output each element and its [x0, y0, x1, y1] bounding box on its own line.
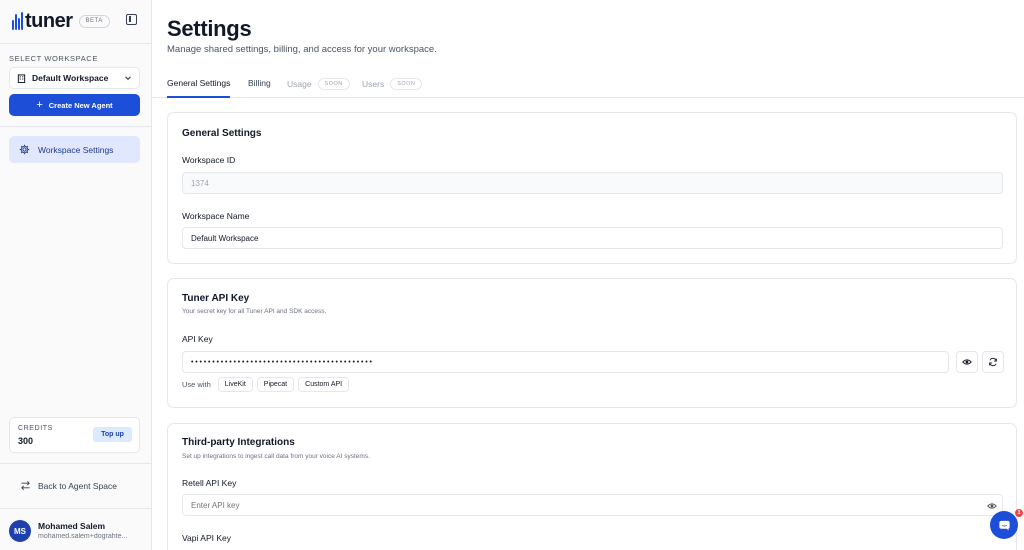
workspace-caption: SELECT WORKSPACE — [9, 54, 98, 63]
regenerate-key-button[interactable] — [982, 351, 1004, 373]
card-description: Your secret key for all Tuner API and SD… — [182, 308, 327, 315]
chat-icon — [998, 520, 1010, 531]
create-agent-label: Create New Agent — [48, 100, 113, 110]
vapi-api-key-label: Vapi API Key — [182, 533, 231, 543]
soon-badge: SOON — [317, 78, 350, 90]
eye-icon[interactable] — [987, 501, 997, 511]
divider — [0, 508, 152, 509]
tab-general-settings[interactable]: General Settings — [167, 78, 231, 98]
card-title: Tuner API Key — [182, 293, 250, 304]
create-agent-button[interactable]: + Create New Agent — [9, 94, 140, 116]
notification-badge: 1 — [1015, 509, 1023, 517]
workspace-name-field[interactable]: Default Workspace — [182, 227, 1003, 249]
brand-logo[interactable]: tuner BETA — [12, 10, 110, 32]
show-key-button[interactable] — [956, 351, 978, 373]
sidebar-item-workspace-settings[interactable]: Workspace Settings — [9, 136, 140, 163]
third-party-integrations-card: Third-party Integrations Set up integrat… — [167, 423, 1017, 550]
avatar: MS — [9, 520, 31, 542]
plus-icon: + — [36, 98, 43, 111]
card-description: Set up integrations to ingest call data … — [182, 453, 370, 460]
back-label: Back to Agent Space — [38, 480, 117, 491]
tab-label: Usage — [287, 79, 312, 89]
credits-caption: CREDITS — [18, 425, 53, 432]
tuner-logo-icon — [12, 12, 23, 30]
eye-icon — [962, 359, 972, 365]
tab-usage: Usage SOON — [287, 78, 350, 90]
building-icon — [17, 73, 26, 83]
settings-tabs: General Settings Billing Usage SOON User… — [153, 70, 1024, 98]
beta-badge: BETA — [78, 14, 110, 28]
api-key-field[interactable]: ••••••••••••••••••••••••••••••••••••••••… — [182, 351, 949, 373]
refresh-icon — [989, 357, 997, 367]
integration-chip-pipecat[interactable]: Pipecat — [256, 377, 295, 392]
use-with-row: Use with LiveKit Pipecat Custom API — [182, 377, 350, 392]
card-title: Third-party Integrations — [182, 437, 295, 448]
page-title: Settings — [167, 16, 252, 41]
divider — [0, 43, 152, 44]
sidebar: tuner BETA SELECT WORKSPACE Default Work… — [0, 0, 152, 550]
divider — [0, 126, 152, 127]
use-with-caption: Use with — [182, 380, 211, 389]
retell-api-key-label: Retell API Key — [182, 478, 237, 488]
card-title: General Settings — [182, 128, 262, 139]
tab-label: Users — [362, 79, 385, 89]
tab-label: Billing — [248, 78, 271, 88]
back-to-agent-space-link[interactable]: Back to Agent Space — [20, 480, 117, 491]
workspace-id-label: Workspace ID — [182, 155, 236, 165]
api-key-label: API Key — [182, 334, 213, 344]
chevron-down-icon — [125, 76, 131, 81]
workspace-select[interactable]: Default Workspace — [9, 67, 140, 89]
user-menu[interactable]: MS Mohamed Salem mohamed.salem+dograhte.… — [9, 519, 143, 545]
tab-users: Users SOON — [362, 78, 423, 90]
soon-badge: SOON — [390, 78, 423, 90]
sidebar-item-label: Workspace Settings — [38, 144, 114, 155]
user-name: Mohamed Salem — [38, 521, 106, 531]
switch-arrows-icon — [21, 481, 30, 490]
integration-chip-livekit[interactable]: LiveKit — [217, 377, 253, 392]
page-subtitle: Manage shared settings, billing, and acc… — [167, 44, 437, 55]
divider — [0, 463, 152, 464]
support-chat-button[interactable] — [990, 511, 1018, 539]
workspace-id-field: 1374 — [182, 172, 1003, 194]
general-settings-card: General Settings Workspace ID 1374 Works… — [167, 112, 1017, 264]
tab-label: General Settings — [167, 78, 231, 88]
top-up-button[interactable]: Top up — [93, 427, 132, 442]
credits-card: CREDITS 300 Top up — [9, 417, 140, 453]
gear-icon — [19, 144, 30, 155]
tab-billing[interactable]: Billing — [248, 78, 271, 88]
brand-name: tuner — [25, 10, 73, 32]
workspace-name: Default Workspace — [32, 73, 109, 83]
user-email: mohamed.salem+dograhte... — [38, 533, 128, 540]
credits-value: 300 — [18, 436, 34, 446]
collapse-sidebar-icon[interactable] — [126, 14, 137, 25]
api-key-card: Tuner API Key Your secret key for all Tu… — [167, 278, 1017, 408]
workspace-name-label: Workspace Name — [182, 211, 250, 221]
integration-chip-custom-api[interactable]: Custom API — [298, 377, 350, 392]
retell-api-key-input[interactable] — [182, 494, 1003, 516]
